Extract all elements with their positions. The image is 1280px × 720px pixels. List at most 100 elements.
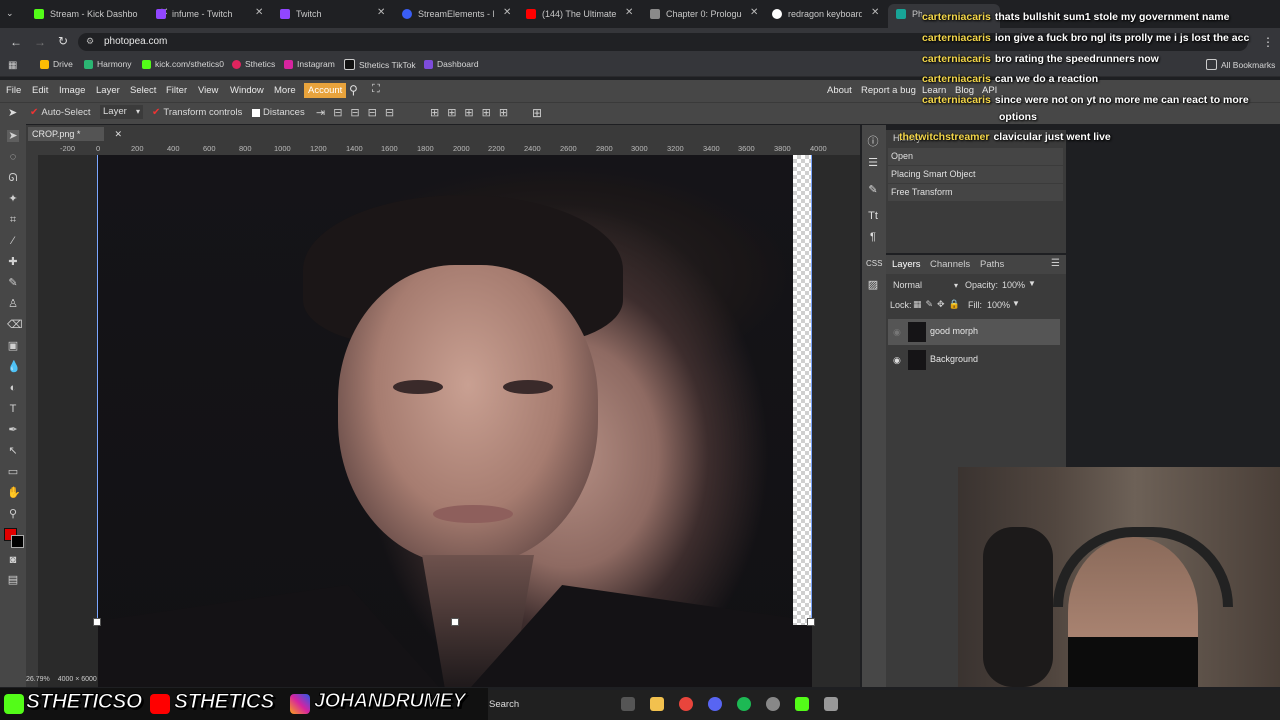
panel-menu-icon[interactable]: ☰ (1051, 258, 1060, 269)
transform-handle[interactable] (93, 618, 101, 626)
image-icon[interactable]: ▨ (866, 278, 880, 292)
forward-arrow-icon[interactable]: → (34, 35, 46, 49)
tab-close-icon[interactable]: ✕ (871, 7, 879, 18)
transform-handle[interactable] (451, 618, 459, 626)
chrome-icon[interactable] (679, 697, 693, 711)
distribute-buttons[interactable]: ⊞⊞⊞⊞⊞ (430, 106, 516, 119)
hand-tool-icon[interactable]: ✋ (7, 487, 21, 499)
healing-brush-icon[interactable]: ✚ (7, 256, 19, 268)
tab-layers[interactable]: Layers (892, 259, 921, 270)
history-item-free-transform[interactable]: Free Transform (888, 184, 1063, 201)
bookmark-kick[interactable]: kick.com/sthetics0 (142, 59, 224, 69)
align-buttons[interactable]: ⇥⊟⊟⊟⊟ (316, 106, 402, 119)
lasso-tool-icon[interactable]: ᘏ (7, 172, 19, 184)
menu-filter[interactable]: Filter (166, 85, 187, 96)
portrait-photo-canvas[interactable] (98, 155, 812, 687)
layer-row-good-morph[interactable]: ◉ good morph (888, 319, 1060, 345)
css-icon[interactable]: CSS (866, 257, 882, 271)
bookmark-harmony[interactable]: Harmony (84, 59, 131, 69)
tab-close-icon[interactable]: ✕ (377, 7, 385, 18)
fill-value[interactable]: 100% (987, 300, 1010, 310)
menu-window[interactable]: Window (230, 85, 264, 96)
settings-icon[interactable] (766, 697, 780, 711)
menu-select[interactable]: Select (130, 85, 156, 96)
dodge-tool-icon[interactable]: ◐ (7, 382, 19, 394)
visibility-icon[interactable]: ◉ (893, 327, 901, 338)
pen-tool-icon[interactable]: ✒ (7, 424, 19, 436)
info-icon[interactable]: ⓘ (866, 135, 880, 149)
file-explorer-icon[interactable] (650, 697, 664, 711)
menu-more[interactable]: More (274, 85, 296, 96)
auto-select-checkbox[interactable]: ✔ Auto-Select (30, 107, 91, 118)
search-icon[interactable]: ⚲ (349, 83, 358, 97)
browser-menu-icon[interactable]: ⋮ (1262, 35, 1274, 49)
tab-streamelements[interactable]: StreamElements - Bo (402, 4, 494, 24)
distances-checkbox[interactable]: Distances (252, 107, 305, 118)
transform-handle[interactable] (807, 618, 815, 626)
bookmark-drive[interactable]: Drive (40, 59, 73, 69)
tab-close-icon[interactable]: ✕ (750, 7, 758, 18)
zoom-tool-icon[interactable]: ⚲ (7, 508, 19, 520)
tab-twitch-infume[interactable]: infume - Twitch (156, 4, 256, 24)
tab-twitch[interactable]: Twitch (280, 4, 370, 24)
back-arrow-icon[interactable]: ← (10, 35, 22, 49)
tab-channels[interactable]: Channels (930, 259, 970, 270)
clone-stamp-icon[interactable]: ♙ (7, 298, 19, 310)
account-button[interactable]: Account (304, 83, 347, 98)
taskbar-search[interactable]: Search (489, 699, 519, 710)
type-tool-icon[interactable]: T (7, 403, 19, 415)
opacity-value[interactable]: 100% (1002, 280, 1025, 290)
tab-paths[interactable]: Paths (980, 259, 1004, 270)
adjustments-icon[interactable]: ☰ (866, 156, 880, 170)
marquee-tool-icon[interactable]: ◌ (7, 151, 19, 163)
menu-file[interactable]: File (6, 85, 21, 96)
quick-mask-icon[interactable]: ◙ (7, 554, 19, 566)
all-bookmarks[interactable]: All Bookmarks (1206, 59, 1275, 70)
gradient-tool-icon[interactable]: ▣ (7, 340, 19, 352)
site-info-icon[interactable]: ⚙ (86, 36, 94, 47)
transform-controls-checkbox[interactable]: ✔ Transform controls (152, 107, 242, 118)
tab-photopea[interactable]: Photopea | Online P (896, 4, 922, 24)
tab-youtube[interactable]: (144) The Ultimate G (526, 4, 618, 24)
tab-close-icon[interactable]: ✕ (625, 7, 633, 18)
screen-mode-icon[interactable]: ▤ (7, 574, 19, 586)
tab-kick-dashboard[interactable]: Stream - Kick Dashbo (34, 4, 158, 24)
history-item-placing-smart-object[interactable]: Placing Smart Object (888, 166, 1063, 183)
bookmark-dashboard[interactable]: Dashboard (424, 59, 479, 69)
blend-mode-dropdown[interactable]: Normal ▾ (890, 279, 961, 292)
tab-google-redragon[interactable]: redragon keyboard (772, 4, 862, 24)
background-color-swatch[interactable] (11, 535, 24, 548)
crop-tool-icon[interactable]: ⌗ (7, 214, 19, 226)
chevron-down-icon[interactable]: ▼ (1028, 279, 1036, 288)
kick-app-icon[interactable] (795, 697, 809, 711)
link-about[interactable]: About (827, 85, 852, 96)
eyedropper-icon[interactable]: ⁄ (7, 235, 19, 247)
bookmark-instagram[interactable]: Instagram (284, 59, 335, 69)
eraser-icon[interactable]: ⌫ (7, 319, 23, 331)
menu-view[interactable]: View (198, 85, 218, 96)
menu-image[interactable]: Image (59, 85, 85, 96)
layer-row-background[interactable]: ◉ Background (888, 347, 1060, 373)
close-icon[interactable]: ✕ (114, 127, 122, 141)
blur-tool-icon[interactable]: 💧 (7, 361, 21, 373)
lock-options-icons[interactable]: ▦✎✥🔒 (913, 299, 964, 310)
tab-chapter-prologue[interactable]: Chapter 0: Prologue (650, 4, 742, 24)
spotify-icon[interactable] (737, 697, 751, 711)
history-item-open[interactable]: Open (888, 148, 1063, 165)
menu-edit[interactable]: Edit (32, 85, 48, 96)
apps-grid-icon[interactable]: ▦ (8, 60, 17, 71)
move-tool-icon[interactable]: ➤ (8, 106, 17, 119)
magic-wand-icon[interactable]: ✦ (7, 193, 19, 205)
brush-tool-icon[interactable]: ✎ (7, 277, 19, 289)
link-report-bug[interactable]: Report a bug (861, 85, 916, 96)
auto-select-target-dropdown[interactable]: Layer ▾ (100, 105, 143, 119)
visibility-icon[interactable]: ◉ (893, 355, 901, 366)
bookmark-tiktok[interactable]: Sthetics TikTok (344, 59, 416, 70)
brush-settings-icon[interactable]: ✎ (866, 183, 880, 197)
discord-icon[interactable] (708, 697, 722, 711)
tab-close-icon[interactable]: ✕ (503, 7, 511, 18)
shape-tool-icon[interactable]: ▭ (7, 466, 19, 478)
menu-layer[interactable]: Layer (96, 85, 120, 96)
path-select-icon[interactable]: ↖ (7, 445, 19, 457)
tab-search-button[interactable]: ⌄ (6, 8, 20, 20)
